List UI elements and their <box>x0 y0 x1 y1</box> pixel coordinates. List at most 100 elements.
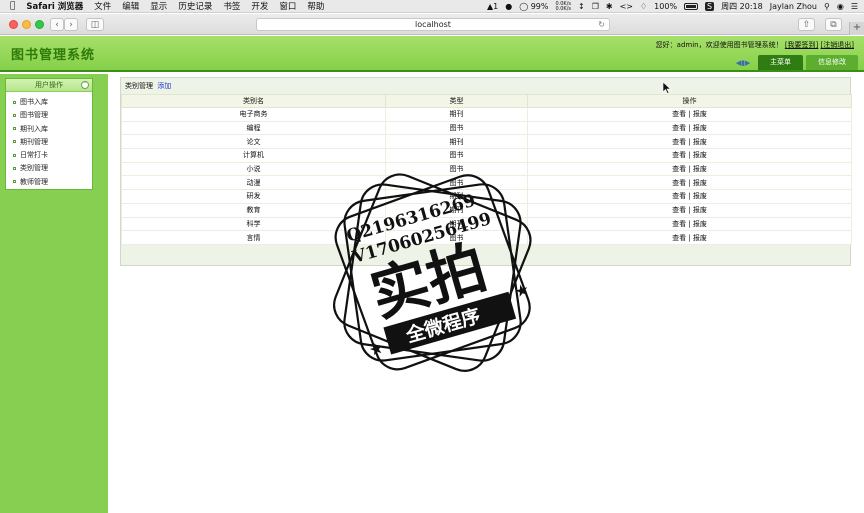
cell-category-type: 期刊 <box>385 189 528 204</box>
tab-info-edit[interactable]: 信息修改 <box>806 55 858 70</box>
screen-icon[interactable]: ❐ <box>592 2 599 11</box>
cell-category-name: 论文 <box>121 134 386 150</box>
cell-actions[interactable]: 查看 | 报废 <box>527 107 852 122</box>
search-icon[interactable]: ⚲ <box>824 2 830 11</box>
bullet-icon <box>13 127 16 131</box>
sidebar-item-teacher[interactable]: 教师管理 <box>6 176 92 189</box>
os-menubar:  Safari 浏览器 文件 编辑 显示 历史记录 书签 开发 窗口 帮助 ▲… <box>0 0 864 13</box>
back-button[interactable]: ‹ <box>50 18 64 31</box>
menu-bookmarks[interactable]: 书签 <box>223 0 240 12</box>
new-tab-button[interactable]: + <box>849 22 864 35</box>
table-row: 科学 期刊 查看 | 报废 <box>121 216 852 232</box>
row-actions-links[interactable]: 查看 | 报废 <box>672 234 707 242</box>
row-actions-links[interactable]: 查看 | 报废 <box>672 124 707 132</box>
tab-main-menu[interactable]: 主菜单 <box>758 55 803 70</box>
row-actions-links[interactable]: 查看 | 报废 <box>672 192 707 200</box>
minimize-window-button[interactable] <box>22 20 31 29</box>
bluetooth-icon[interactable]: ✱ <box>606 2 613 11</box>
menu-develop[interactable]: 开发 <box>251 0 268 12</box>
row-actions-links[interactable]: 查看 | 报废 <box>672 110 707 118</box>
bullet-icon <box>13 153 16 157</box>
cell-actions[interactable]: 查看 | 报废 <box>527 230 852 245</box>
sidebar-menu: 图书入库 图书管理 期刊入库 期刊管理 日常打卡 类别管理 教师管理 <box>6 92 92 189</box>
apple-icon[interactable]:  <box>10 1 15 11</box>
forward-button[interactable]: › <box>64 18 78 31</box>
cpu-icon[interactable]: ◯ 99% <box>519 2 548 11</box>
collapse-icon[interactable]: ˄ <box>81 81 89 89</box>
bullet-icon <box>13 140 16 144</box>
user-name[interactable]: Jaylan Zhou <box>770 2 817 11</box>
row-actions-links[interactable]: 查看 | 报废 <box>672 179 707 187</box>
breadcrumb: 类别管理 添加 <box>125 81 171 91</box>
row-actions-links[interactable]: 查看 | 报废 <box>672 220 707 228</box>
clock[interactable]: 周四 20:18 <box>721 1 763 12</box>
control-center-icon[interactable]: ☰ <box>851 2 858 11</box>
cell-actions[interactable]: 查看 | 报废 <box>527 161 852 177</box>
cell-category-type: 期刊 <box>385 107 528 122</box>
address-bar[interactable]: localhost ↻ <box>256 18 610 31</box>
menu-window[interactable]: 窗口 <box>279 0 296 12</box>
cell-category-name: 动漫 <box>121 175 386 191</box>
sidebar-item-journal-manage[interactable]: 期刊管理 <box>6 136 92 149</box>
menu-file[interactable]: 文件 <box>94 0 111 12</box>
sidebar-toggle-button[interactable]: ◫ <box>86 18 104 31</box>
wifi-icon[interactable]: ♢ <box>640 2 647 11</box>
sidebar-item-book-in[interactable]: 图书入库 <box>6 96 92 109</box>
table-row: 研发 期刊 查看 | 报废 <box>121 189 852 204</box>
menu-help[interactable]: 帮助 <box>307 0 324 12</box>
input-method-icon[interactable]: S <box>705 2 715 11</box>
table-row: 计算机 图书 查看 | 报废 <box>121 148 852 163</box>
code-icon[interactable]: <> <box>620 2 633 11</box>
cell-actions[interactable]: 查看 | 报废 <box>527 120 852 136</box>
share-button[interactable]: ⇧ <box>798 18 815 31</box>
cursor-icon <box>662 82 672 94</box>
cell-actions[interactable]: 查看 | 报废 <box>527 189 852 204</box>
table-row: 言情 图书 查看 | 报废 <box>121 230 852 245</box>
add-link[interactable]: 添加 <box>157 82 171 90</box>
reload-icon[interactable]: ↻ <box>598 19 605 31</box>
cell-actions[interactable]: 查看 | 报废 <box>527 202 852 218</box>
cell-actions[interactable]: 查看 | 报废 <box>527 175 852 191</box>
sidebar-item-journal-in[interactable]: 期刊入库 <box>6 123 92 136</box>
user-ops-panel: 用户操作 ˄ 图书入库 图书管理 期刊入库 期刊管理 日常打卡 类别管理 教师管… <box>5 78 93 190</box>
row-actions-links[interactable]: 查看 | 报废 <box>672 165 707 173</box>
cell-category-name: 编程 <box>121 120 386 136</box>
close-window-button[interactable] <box>9 20 18 29</box>
sidebar-item-category[interactable]: 类别管理 <box>6 162 92 175</box>
row-actions-links[interactable]: 查看 | 报废 <box>672 151 707 159</box>
cell-category-type: 期刊 <box>385 134 528 150</box>
notification-icon[interactable]: ▲1 <box>487 2 498 11</box>
menu-view[interactable]: 显示 <box>150 0 167 12</box>
menu-history[interactable]: 历史记录 <box>178 0 212 12</box>
battery-icon[interactable] <box>684 3 699 10</box>
row-actions-links[interactable]: 查看 | 报废 <box>672 138 707 146</box>
sidebar-item-book-manage[interactable]: 图书管理 <box>6 109 92 122</box>
fullscreen-window-button[interactable] <box>35 20 44 29</box>
row-actions-links[interactable]: 查看 | 报废 <box>672 206 707 214</box>
table-row: 编程 图书 查看 | 报废 <box>121 120 852 136</box>
sidebar-item-checkin[interactable]: 日常打卡 <box>6 149 92 162</box>
tabs-icon: ⧉ <box>830 19 837 30</box>
signin-link[interactable]: [我要签到] <box>785 41 818 49</box>
menu-edit[interactable]: 编辑 <box>122 0 139 12</box>
nav-arrows-icon[interactable]: ◀▮▶ <box>735 58 751 68</box>
cell-category-type: 期刊 <box>385 216 528 232</box>
table-row: 教育 期刊 查看 | 报废 <box>121 202 852 218</box>
cell-actions[interactable]: 查看 | 报废 <box>527 134 852 150</box>
menu-app-name[interactable]: Safari 浏览器 <box>26 0 83 12</box>
table-header: 类别名 类型 操作 <box>121 94 852 108</box>
star-icon: ★ <box>367 338 386 360</box>
cell-category-type: 图书 <box>385 161 528 177</box>
logout-link[interactable]: [注销退出] <box>821 41 854 49</box>
cell-actions[interactable]: 查看 | 报废 <box>527 216 852 232</box>
cell-category-name: 科学 <box>121 216 386 232</box>
welcome-text: 您好：admin，欢迎使用图书管理系统！ <box>655 41 783 49</box>
url-text: localhost <box>415 20 451 29</box>
tab-overview-button[interactable]: ⧉ <box>825 18 842 31</box>
table-row: 电子商务 期刊 查看 | 报废 <box>121 107 852 122</box>
cell-category-name: 电子商务 <box>121 107 386 122</box>
breadcrumb-text: 类别管理 <box>125 82 153 90</box>
siri-icon[interactable]: ◉ <box>837 2 844 11</box>
qq-icon[interactable]: ● <box>505 2 512 11</box>
cell-actions[interactable]: 查看 | 报废 <box>527 148 852 163</box>
